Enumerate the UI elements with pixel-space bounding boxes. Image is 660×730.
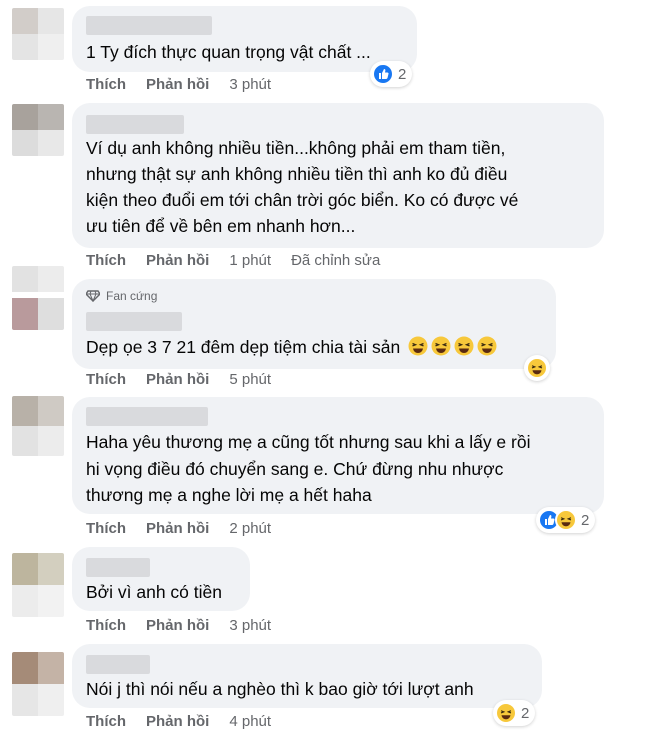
timestamp[interactable]: 3 phút	[229, 76, 271, 93]
reaction-count: 2	[581, 511, 590, 529]
comment-text: Nói j thì nói nếu a nghèo thì k bao giờ …	[86, 679, 474, 699]
comment-text: Bởi vì anh có tiền	[86, 582, 222, 602]
laughing-face-icon	[526, 357, 548, 379]
comment-actions: Thích Phản hồi 1 phút Đã chỉnh sửa	[86, 252, 380, 269]
timestamp[interactable]: 3 phút	[229, 617, 271, 634]
author-name-redacted[interactable]	[86, 115, 184, 134]
timestamp[interactable]: 4 phút	[229, 713, 271, 730]
like-button[interactable]: Thích	[86, 520, 126, 537]
avatar[interactable]	[12, 8, 64, 60]
comment-bubble: Bởi vì anh có tiền	[72, 547, 250, 611]
laughing-face-icon	[477, 336, 497, 356]
comment-text: Dẹp ọe 3 7 21 đêm dẹp tiệm chia tài sản	[86, 334, 497, 360]
author-name-redacted[interactable]	[86, 407, 208, 426]
comment-actions: Thích Phản hồi 5 phút	[86, 371, 271, 388]
like-button[interactable]: Thích	[86, 252, 126, 269]
fan-badge-label: Fan cứng	[106, 289, 158, 303]
reply-button[interactable]: Phản hồi	[146, 520, 209, 537]
reaction-summary[interactable]	[524, 355, 550, 381]
diamond-icon	[86, 290, 100, 302]
reply-button[interactable]: Phản hồi	[146, 76, 209, 93]
comment-text-line: hi vọng điều đó chuyển sang e. Chứ đừng …	[86, 459, 504, 479]
comment-actions: Thích Phản hồi 3 phút	[86, 617, 271, 634]
reaction-count: 2	[521, 704, 530, 722]
comment-text-line: kiện theo đuổi em tới chân trời góc biển…	[86, 190, 519, 210]
like-button[interactable]: Thích	[86, 371, 126, 388]
comment-text-line: Haha yêu thương mẹ a cũng tốt nhưng sau …	[86, 432, 531, 452]
reply-button[interactable]: Phản hồi	[146, 617, 209, 634]
comment-bubble: Ví dụ anh không nhiều tiền...không phải …	[72, 103, 604, 248]
laughing-face-icon	[555, 509, 577, 531]
avatar[interactable]	[12, 266, 64, 330]
thumbs-up-icon	[372, 63, 394, 85]
laughing-face-icon	[431, 336, 451, 356]
comment-text: 1 Ty đích thực quan trọng vật chất ...	[86, 42, 371, 62]
comment-bubble: Fan cứng Dẹp ọe 3 7 21 đêm dẹp tiệm chia…	[72, 279, 556, 369]
reaction-count: 2	[398, 65, 407, 83]
reply-button[interactable]: Phản hồi	[146, 252, 209, 269]
timestamp[interactable]: 2 phút	[229, 520, 271, 537]
avatar[interactable]	[12, 396, 64, 456]
reply-button[interactable]: Phản hồi	[146, 713, 209, 730]
comment-bubble: Haha yêu thương mẹ a cũng tốt nhưng sau …	[72, 397, 604, 514]
author-name-redacted[interactable]	[86, 655, 150, 674]
laughing-face-icon	[454, 336, 474, 356]
author-name-redacted[interactable]	[86, 16, 212, 35]
author-name-redacted[interactable]	[86, 312, 182, 331]
reaction-summary[interactable]: 2	[536, 507, 596, 533]
author-name-redacted[interactable]	[86, 558, 150, 577]
comment-text-line: nhưng thật sự anh không nhiều tiền thì a…	[86, 164, 508, 184]
comment-actions: Thích Phản hồi 2 phút	[86, 520, 271, 537]
edited-label[interactable]: Đã chỉnh sửa	[291, 252, 380, 269]
avatar[interactable]	[12, 104, 64, 156]
comment-text-line: Ví dụ anh không nhiều tiền...không phải …	[86, 138, 506, 158]
comment-text-line: ưu tiên để về bên em nhanh hơn...	[86, 216, 356, 236]
like-button[interactable]: Thích	[86, 617, 126, 634]
avatar[interactable]	[12, 652, 64, 716]
comment-text-line: thương mẹ a nghe lời mẹ a hết haha	[86, 485, 372, 505]
comment-bubble: Nói j thì nói nếu a nghèo thì k bao giờ …	[72, 644, 542, 708]
fan-badge[interactable]: Fan cứng	[86, 289, 157, 303]
like-button[interactable]: Thích	[86, 713, 126, 730]
comment-bubble: 1 Ty đích thực quan trọng vật chất ...	[72, 6, 417, 72]
laughing-face-icon	[495, 702, 517, 724]
reaction-summary[interactable]: 2	[370, 61, 413, 87]
reaction-summary[interactable]: 2	[493, 700, 536, 726]
timestamp[interactable]: 5 phút	[229, 371, 271, 388]
avatar[interactable]	[12, 553, 64, 617]
timestamp[interactable]: 1 phút	[229, 252, 271, 269]
comment-actions: Thích Phản hồi 4 phút	[86, 713, 271, 730]
like-button[interactable]: Thích	[86, 76, 126, 93]
laughing-face-icon	[408, 336, 428, 356]
reply-button[interactable]: Phản hồi	[146, 371, 209, 388]
comment-actions: Thích Phản hồi 3 phút	[86, 76, 271, 93]
